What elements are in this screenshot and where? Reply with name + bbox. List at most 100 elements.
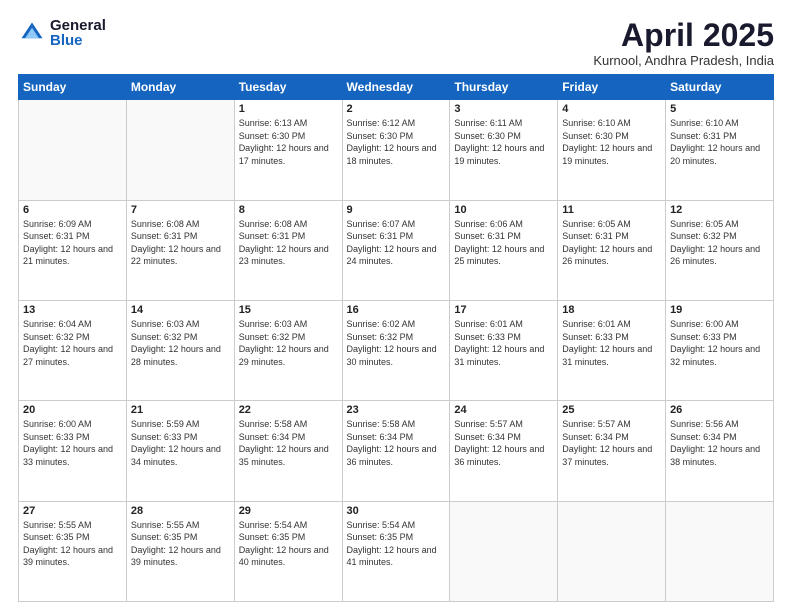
day-info: Sunrise: 6:00 AMSunset: 6:33 PMDaylight:…	[23, 418, 122, 468]
day-of-week-header: Saturday	[666, 75, 774, 100]
day-number: 29	[239, 505, 338, 517]
day-number: 14	[131, 304, 230, 316]
day-number: 24	[454, 404, 553, 416]
calendar-cell: 2 Sunrise: 6:12 AMSunset: 6:30 PMDaylight…	[342, 100, 450, 200]
logo-general-text: General	[50, 18, 106, 33]
day-info: Sunrise: 6:10 AMSunset: 6:31 PMDaylight:…	[670, 117, 769, 167]
day-number: 11	[562, 204, 661, 216]
calendar-cell: 29 Sunrise: 5:54 AMSunset: 6:35 PMDayligh…	[234, 501, 342, 601]
day-info: Sunrise: 5:55 AMSunset: 6:35 PMDaylight:…	[131, 519, 230, 569]
calendar-cell: 15 Sunrise: 6:03 AMSunset: 6:32 PMDayligh…	[234, 300, 342, 400]
day-of-week-header: Wednesday	[342, 75, 450, 100]
day-info: Sunrise: 6:02 AMSunset: 6:32 PMDaylight:…	[347, 318, 446, 368]
day-number: 20	[23, 404, 122, 416]
calendar-cell: 25 Sunrise: 5:57 AMSunset: 6:34 PMDayligh…	[558, 401, 666, 501]
calendar-cell: 24 Sunrise: 5:57 AMSunset: 6:34 PMDayligh…	[450, 401, 558, 501]
day-info: Sunrise: 6:03 AMSunset: 6:32 PMDaylight:…	[239, 318, 338, 368]
day-number: 12	[670, 204, 769, 216]
calendar-table: SundayMondayTuesdayWednesdayThursdayFrid…	[18, 74, 774, 602]
day-number: 26	[670, 404, 769, 416]
day-info: Sunrise: 6:13 AMSunset: 6:30 PMDaylight:…	[239, 117, 338, 167]
day-info: Sunrise: 6:06 AMSunset: 6:31 PMDaylight:…	[454, 218, 553, 268]
day-number: 8	[239, 204, 338, 216]
day-number: 4	[562, 103, 661, 115]
calendar-cell: 12 Sunrise: 6:05 AMSunset: 6:32 PMDayligh…	[666, 200, 774, 300]
day-number: 27	[23, 505, 122, 517]
calendar-cell: 6 Sunrise: 6:09 AMSunset: 6:31 PMDaylight…	[19, 200, 127, 300]
day-info: Sunrise: 6:12 AMSunset: 6:30 PMDaylight:…	[347, 117, 446, 167]
day-of-week-header: Tuesday	[234, 75, 342, 100]
day-info: Sunrise: 6:10 AMSunset: 6:30 PMDaylight:…	[562, 117, 661, 167]
day-of-week-header: Sunday	[19, 75, 127, 100]
day-info: Sunrise: 6:03 AMSunset: 6:32 PMDaylight:…	[131, 318, 230, 368]
logo-blue-text: Blue	[50, 33, 106, 48]
logo: General Blue	[18, 18, 106, 48]
calendar-cell	[19, 100, 127, 200]
day-number: 16	[347, 304, 446, 316]
calendar-cell: 9 Sunrise: 6:07 AMSunset: 6:31 PMDaylight…	[342, 200, 450, 300]
logo-icon	[18, 19, 46, 47]
calendar-cell: 1Sunrise: 6:13 AMSunset: 6:30 PMDaylight…	[234, 100, 342, 200]
day-number: 19	[670, 304, 769, 316]
day-info: Sunrise: 5:57 AMSunset: 6:34 PMDaylight:…	[454, 418, 553, 468]
day-info: Sunrise: 6:07 AMSunset: 6:31 PMDaylight:…	[347, 218, 446, 268]
week-row: 1Sunrise: 6:13 AMSunset: 6:30 PMDaylight…	[19, 100, 774, 200]
page: General Blue April 2025 Kurnool, Andhra …	[0, 0, 792, 612]
calendar-cell: 28 Sunrise: 5:55 AMSunset: 6:35 PMDayligh…	[126, 501, 234, 601]
calendar-cell: 22 Sunrise: 5:58 AMSunset: 6:34 PMDayligh…	[234, 401, 342, 501]
day-number: 21	[131, 404, 230, 416]
calendar-cell: 20 Sunrise: 6:00 AMSunset: 6:33 PMDayligh…	[19, 401, 127, 501]
day-number: 30	[347, 505, 446, 517]
day-number: 6	[23, 204, 122, 216]
day-number: 15	[239, 304, 338, 316]
day-info: Sunrise: 5:54 AMSunset: 6:35 PMDaylight:…	[239, 519, 338, 569]
calendar-cell: 26Sunrise: 5:56 AMSunset: 6:34 PMDayligh…	[666, 401, 774, 501]
day-info: Sunrise: 6:01 AMSunset: 6:33 PMDaylight:…	[454, 318, 553, 368]
week-row: 20 Sunrise: 6:00 AMSunset: 6:33 PMDayligh…	[19, 401, 774, 501]
day-number: 5	[670, 103, 769, 115]
day-info: Sunrise: 5:57 AMSunset: 6:34 PMDaylight:…	[562, 418, 661, 468]
days-of-week-row: SundayMondayTuesdayWednesdayThursdayFrid…	[19, 75, 774, 100]
day-info: Sunrise: 6:08 AMSunset: 6:31 PMDaylight:…	[239, 218, 338, 268]
calendar-cell: 8 Sunrise: 6:08 AMSunset: 6:31 PMDaylight…	[234, 200, 342, 300]
month-title: April 2025	[593, 18, 774, 53]
calendar-cell	[558, 501, 666, 601]
calendar-cell: 27Sunrise: 5:55 AMSunset: 6:35 PMDayligh…	[19, 501, 127, 601]
calendar-cell: 4 Sunrise: 6:10 AMSunset: 6:30 PMDaylight…	[558, 100, 666, 200]
calendar-cell: 11 Sunrise: 6:05 AMSunset: 6:31 PMDayligh…	[558, 200, 666, 300]
day-info: Sunrise: 6:09 AMSunset: 6:31 PMDaylight:…	[23, 218, 122, 268]
day-number: 7	[131, 204, 230, 216]
calendar-cell: 3 Sunrise: 6:11 AMSunset: 6:30 PMDaylight…	[450, 100, 558, 200]
calendar-cell: 23 Sunrise: 5:58 AMSunset: 6:34 PMDayligh…	[342, 401, 450, 501]
day-number: 22	[239, 404, 338, 416]
day-number: 28	[131, 505, 230, 517]
header: General Blue April 2025 Kurnool, Andhra …	[18, 18, 774, 68]
calendar-body: 1Sunrise: 6:13 AMSunset: 6:30 PMDaylight…	[19, 100, 774, 602]
calendar-cell: 5 Sunrise: 6:10 AMSunset: 6:31 PMDaylight…	[666, 100, 774, 200]
day-info: Sunrise: 6:05 AMSunset: 6:32 PMDaylight:…	[670, 218, 769, 268]
calendar-header: SundayMondayTuesdayWednesdayThursdayFrid…	[19, 75, 774, 100]
day-number: 3	[454, 103, 553, 115]
day-number: 10	[454, 204, 553, 216]
calendar-cell: 17Sunrise: 6:01 AMSunset: 6:33 PMDayligh…	[450, 300, 558, 400]
day-info: Sunrise: 6:01 AMSunset: 6:33 PMDaylight:…	[562, 318, 661, 368]
day-info: Sunrise: 5:58 AMSunset: 6:34 PMDaylight:…	[347, 418, 446, 468]
calendar-cell: 21Sunrise: 5:59 AMSunset: 6:33 PMDayligh…	[126, 401, 234, 501]
day-number: 13	[23, 304, 122, 316]
calendar-cell: 14 Sunrise: 6:03 AMSunset: 6:32 PMDayligh…	[126, 300, 234, 400]
day-number: 25	[562, 404, 661, 416]
day-info: Sunrise: 6:05 AMSunset: 6:31 PMDaylight:…	[562, 218, 661, 268]
day-number: 9	[347, 204, 446, 216]
week-row: 27 Sunrise: 5:55 AMSunset: 6:35 PMDayligh…	[19, 501, 774, 601]
calendar-cell	[450, 501, 558, 601]
week-row: 13Sunrise: 6:04 AMSunset: 6:32 PMDayligh…	[19, 300, 774, 400]
day-of-week-header: Monday	[126, 75, 234, 100]
day-number: 2	[347, 103, 446, 115]
day-number: 18	[562, 304, 661, 316]
day-number: 23	[347, 404, 446, 416]
day-info: Sunrise: 5:58 AMSunset: 6:34 PMDaylight:…	[239, 418, 338, 468]
day-info: Sunrise: 6:11 AMSunset: 6:30 PMDaylight:…	[454, 117, 553, 167]
day-info: Sunrise: 5:54 AMSunset: 6:35 PMDaylight:…	[347, 519, 446, 569]
calendar-cell	[126, 100, 234, 200]
day-of-week-header: Thursday	[450, 75, 558, 100]
